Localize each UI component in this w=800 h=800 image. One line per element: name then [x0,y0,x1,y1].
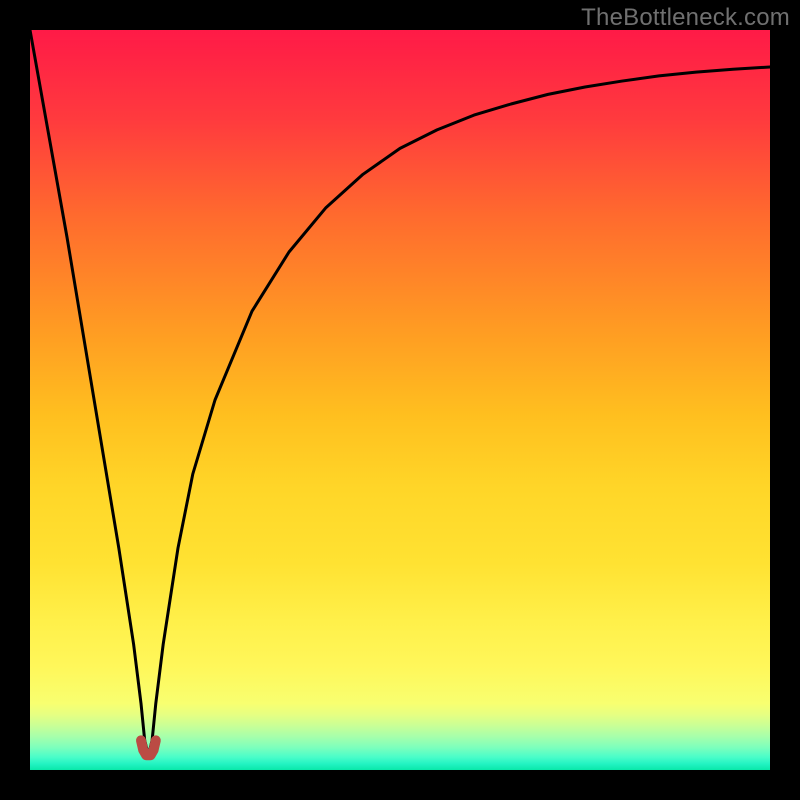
watermark-text: TheBottleneck.com [581,4,790,32]
chart-frame: TheBottleneck.com [0,0,800,800]
gradient-background [30,30,770,770]
chart-canvas [30,30,770,770]
